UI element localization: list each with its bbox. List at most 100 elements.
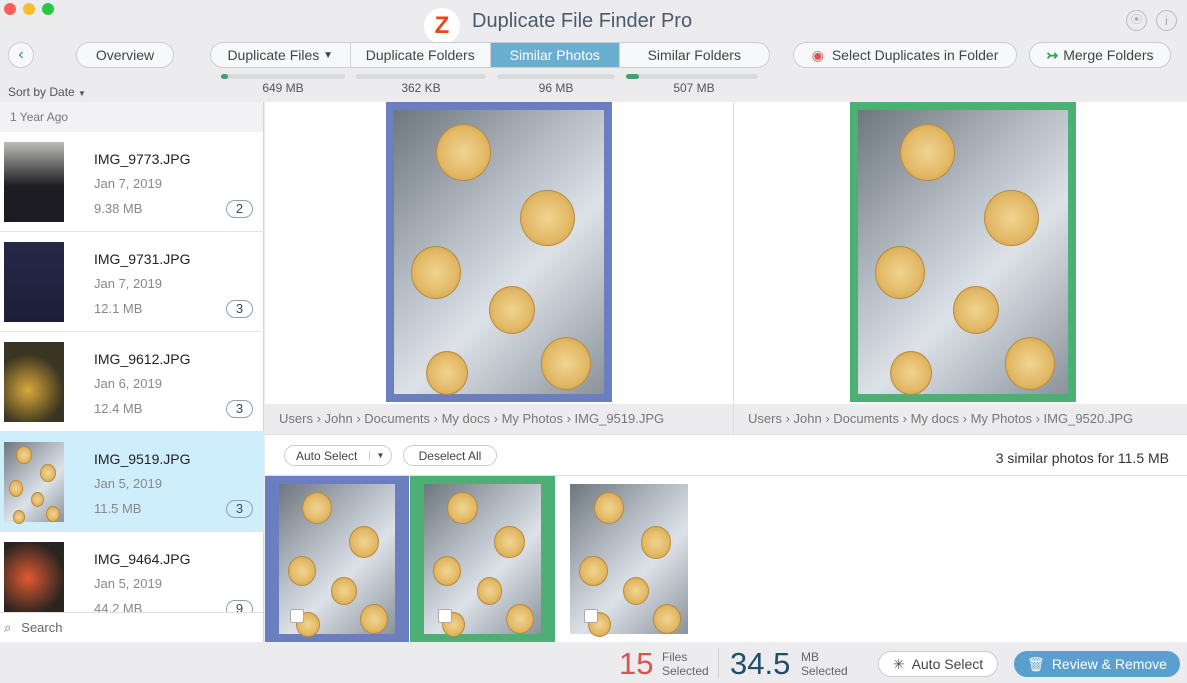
tab-similar-folders[interactable]: Similar Folders <box>620 43 769 67</box>
file-size: 12.4 MB <box>94 401 143 416</box>
sort-by-date-dropdown[interactable]: Sort by Date ▼ <box>8 85 86 99</box>
cookie-shape <box>1005 337 1056 390</box>
file-name: IMG_9731.JPG <box>94 251 191 267</box>
size-duplicate-folders: 362 KB <box>401 81 441 95</box>
thumbnail[interactable] <box>410 476 555 642</box>
cookie-shape <box>952 286 999 335</box>
cookie-shape <box>541 337 592 390</box>
back-button[interactable]: ‹ <box>8 42 34 68</box>
search-placeholder: Search <box>21 620 63 635</box>
preview-right-photo[interactable] <box>850 102 1076 402</box>
chevron-right-icon: › <box>352 411 365 426</box>
cookie-shape <box>360 604 389 634</box>
chevron-right-icon: › <box>959 411 971 426</box>
file-size: 11.5 MB <box>94 501 142 516</box>
breadcrumb-segment[interactable]: IMG_9519.JPG <box>575 411 665 426</box>
chevron-left-icon: ‹ <box>18 46 24 63</box>
breadcrumb-segment[interactable]: My Photos <box>971 411 1032 426</box>
thumbnail-checkbox[interactable] <box>290 609 304 623</box>
thumbnail-checkbox[interactable] <box>584 609 598 623</box>
tab-duplicate-files[interactable]: Duplicate Files ▼ <box>211 43 351 67</box>
file-name: IMG_9464.JPG <box>94 551 191 567</box>
info-icon[interactable]: i <box>1156 10 1177 31</box>
files-selected-label: Files Selected <box>662 650 709 678</box>
auto-select-split-button[interactable]: Auto Select ▼ <box>284 445 392 466</box>
cookie-shape <box>46 506 61 523</box>
breadcrumb-segment[interactable]: IMG_9520.JPG <box>1044 411 1134 426</box>
file-thumbnail <box>4 242 64 322</box>
chevron-right-icon: › <box>781 411 794 426</box>
dropdown-arrow-icon: ▼ <box>323 49 334 61</box>
breadcrumb-segment[interactable]: Documents <box>364 411 430 426</box>
breadcrumb-segment[interactable]: Documents <box>833 411 899 426</box>
cookie-shape <box>640 526 672 559</box>
list-item[interactable]: IMG_9773.JPG Jan 7, 2019 9.38 MB 2 <box>0 132 264 232</box>
list-item[interactable]: IMG_9612.JPG Jan 6, 2019 12.4 MB 3 <box>0 332 264 432</box>
progress-similar-photos <box>497 74 615 79</box>
select-duplicates-in-folder-button[interactable]: ◉ Select Duplicates in Folder <box>793 42 1017 68</box>
preview-left-photo[interactable] <box>386 102 612 402</box>
breadcrumb-segment[interactable]: My docs <box>442 411 490 426</box>
magic-wand-icon: ✳ <box>892 655 905 672</box>
cookie-shape <box>331 577 357 605</box>
cookie-shape <box>348 526 379 559</box>
file-name: IMG_9773.JPG <box>94 151 191 167</box>
cookie-shape <box>623 577 650 605</box>
list-item[interactable]: IMG_9731.JPG Jan 7, 2019 12.1 MB 3 <box>0 232 264 332</box>
file-date: Jan 6, 2019 <box>94 376 162 391</box>
mb-selected-label: MB Selected <box>801 650 848 678</box>
breadcrumb-segment[interactable]: Users <box>279 411 313 426</box>
breadcrumb-segment[interactable]: Users <box>748 411 782 426</box>
minimize-window-button[interactable] <box>23 3 35 15</box>
cookie-shape <box>425 351 468 396</box>
thumbnail[interactable] <box>265 476 409 642</box>
similar-count-badge: 3 <box>226 400 253 418</box>
cookie-shape <box>302 491 333 524</box>
merge-folders-button[interactable]: ↣ Merge Folders <box>1029 42 1171 68</box>
deselect-all-button[interactable]: Deselect All <box>403 445 497 466</box>
preview-area: Users › John › Documents › My docs › My … <box>265 102 1187 434</box>
overview-button[interactable]: Overview <box>76 42 174 68</box>
file-thumbnail <box>4 542 64 612</box>
thumbnails-strip <box>265 476 1187 642</box>
file-size: 9.38 MB <box>94 201 143 216</box>
file-list: 1 Year Ago IMG_9773.JPG Jan 7, 2019 9.38… <box>0 102 264 642</box>
file-thumbnail <box>4 142 64 222</box>
cookie-shape <box>520 189 575 247</box>
chevron-right-icon: › <box>312 411 325 426</box>
file-name: IMG_9519.JPG <box>94 451 191 467</box>
rss-icon[interactable]: ⦿ <box>1126 10 1147 31</box>
cookie-shape <box>433 556 462 587</box>
cookie-shape <box>488 286 535 335</box>
cookie-shape <box>476 577 503 605</box>
review-remove-button[interactable]: 🗑︎ Review & Remove <box>1014 651 1180 677</box>
search-field[interactable]: ⌕ Search <box>0 612 263 642</box>
list-item[interactable]: IMG_9464.JPG Jan 5, 2019 44.2 MB 9 <box>0 532 264 612</box>
tab-duplicate-folders[interactable]: Duplicate Folders <box>351 43 491 67</box>
list-item[interactable]: IMG_9519.JPG Jan 5, 2019 11.5 MB 3 <box>0 432 264 532</box>
trash-icon: 🗑︎ <box>1027 655 1045 672</box>
file-name: IMG_9612.JPG <box>94 351 191 367</box>
zoom-window-button[interactable] <box>42 3 54 15</box>
search-icon: ⌕ <box>4 619 12 635</box>
cookie-shape <box>579 556 608 587</box>
breadcrumb-segment[interactable]: John <box>325 411 353 426</box>
close-window-button[interactable] <box>4 3 16 15</box>
breadcrumb-segment[interactable]: John <box>794 411 822 426</box>
similar-summary: 3 similar photos for 11.5 MB <box>995 450 1169 466</box>
cookie-shape <box>288 556 317 586</box>
selected-label: Selected <box>801 664 848 678</box>
breadcrumb-segment[interactable]: My Photos <box>502 411 563 426</box>
file-thumbnail <box>4 342 64 422</box>
tab-similar-photos[interactable]: Similar Photos <box>491 43 620 67</box>
file-date: Jan 7, 2019 <box>94 276 162 291</box>
auto-select-button[interactable]: ✳ Auto Select <box>878 651 998 677</box>
cookie-shape <box>593 491 625 525</box>
breadcrumb-segment[interactable]: My docs <box>911 411 959 426</box>
dropdown-arrow-icon[interactable]: ▼ <box>369 451 391 460</box>
cookie-shape <box>874 246 926 299</box>
chevron-right-icon: › <box>430 411 442 426</box>
thumbnail-checkbox[interactable] <box>438 609 452 623</box>
file-date: Jan 5, 2019 <box>94 476 162 491</box>
cookie-shape <box>494 526 525 559</box>
